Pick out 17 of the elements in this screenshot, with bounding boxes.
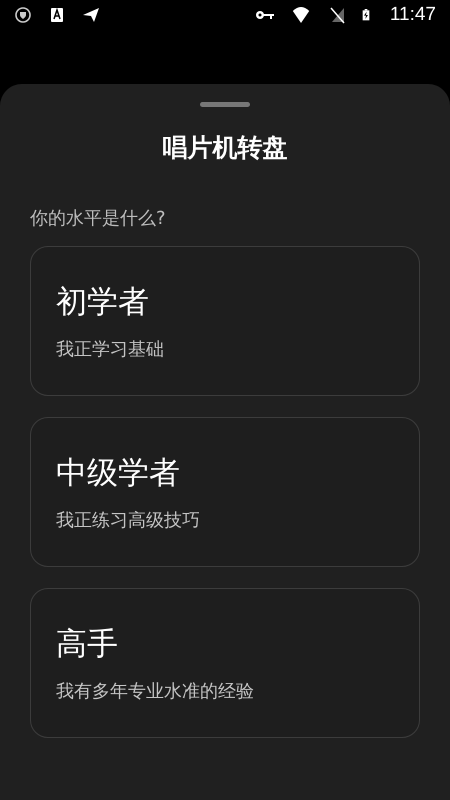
option-description: 我正学习基础 bbox=[56, 338, 165, 361]
clock-time: 11:47 bbox=[390, 4, 436, 26]
option-description: 我有多年专业水准的经验 bbox=[56, 680, 255, 703]
level-option-card[interactable]: 初学者 我正学习基础 bbox=[30, 246, 420, 396]
letter-a-app-icon bbox=[48, 6, 66, 24]
drag-handle[interactable] bbox=[200, 102, 250, 107]
option-title: 中级学者 bbox=[56, 454, 181, 493]
level-option-card[interactable]: 中级学者 我正练习高级技巧 bbox=[30, 417, 420, 567]
send-icon bbox=[82, 6, 100, 24]
level-option-card[interactable]: 高手 我有多年专业水准的经验 bbox=[30, 588, 420, 738]
option-title: 高手 bbox=[56, 625, 119, 664]
option-title: 初学者 bbox=[56, 283, 150, 322]
option-description: 我正练习高级技巧 bbox=[56, 509, 201, 532]
shield-icon bbox=[14, 6, 32, 24]
question-text: 你的水平是什么? bbox=[30, 207, 167, 230]
no-signal-icon bbox=[328, 6, 346, 24]
sheet-title: 唱片机转盘 bbox=[162, 132, 288, 164]
